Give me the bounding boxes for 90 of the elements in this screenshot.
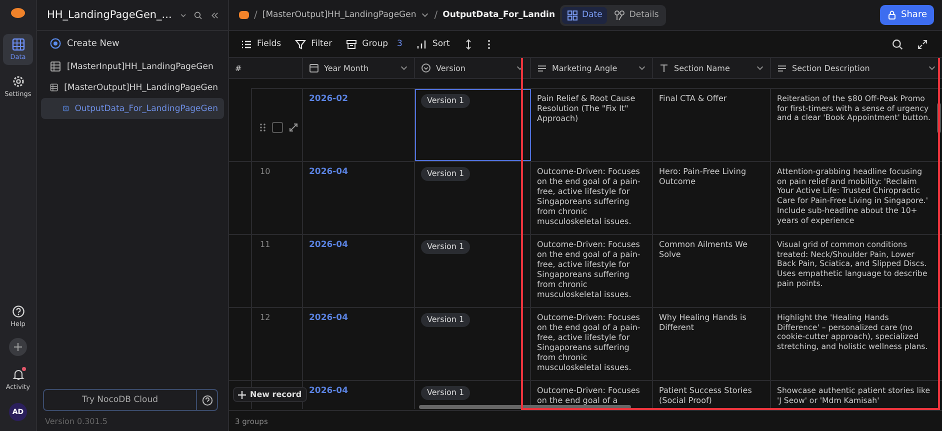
toolbar-button[interactable]: Filter (295, 38, 332, 50)
share-button[interactable]: Share (880, 5, 934, 25)
column-title[interactable]: Year Month (324, 64, 395, 72)
select-field-icon (421, 63, 431, 73)
new-record-button[interactable]: New record (233, 387, 307, 402)
version-tag: Version 1 (421, 240, 470, 254)
version-tag: Version 1 (421, 313, 470, 327)
breadcrumb-separator: / (434, 10, 438, 20)
expand-icon[interactable] (917, 38, 928, 50)
toolbar-button[interactable]: Fields (241, 38, 282, 50)
table-cell[interactable]: Version 1 (415, 162, 531, 234)
chevron-down-icon[interactable] (421, 11, 430, 19)
table-icon (50, 82, 58, 93)
breadcrumb-link[interactable]: [MasterOutput]HH_LandingPageGen (262, 10, 416, 20)
table-cell: Hero: Pain-Free Living Outcome (653, 162, 771, 234)
column-title[interactable]: Section Description (792, 64, 923, 72)
bell-icon (12, 368, 24, 381)
logo-icon[interactable] (239, 11, 249, 19)
table-cell: Common Ailments We Solve (653, 235, 771, 307)
logo-icon[interactable] (11, 8, 25, 18)
sort-icon (416, 38, 428, 50)
breadcrumb-separator: / (254, 10, 258, 20)
table-cell: 2026-02 (303, 89, 415, 161)
column-title[interactable]: # (235, 64, 296, 72)
toolbar-button[interactable]: Group 3 (346, 38, 402, 50)
view-item[interactable]: OutputData_For_LandingPageGen (41, 98, 224, 119)
drag-handle-icon[interactable] (260, 123, 266, 132)
row-checkbox[interactable] (272, 122, 283, 133)
column-title[interactable]: Version (436, 64, 511, 72)
expand-row-icon[interactable] (289, 123, 298, 132)
table-cell: Final CTA & Offer (653, 89, 771, 161)
table-cell[interactable]: Version 1 (415, 235, 531, 307)
version-tag: Version 1 (421, 386, 470, 400)
table-cell[interactable]: Version 1 (415, 89, 531, 161)
chevron-down-icon[interactable] (400, 64, 408, 72)
help-icon (12, 305, 24, 318)
help-icon[interactable] (202, 394, 212, 406)
table-item[interactable]: [MasterOutput]HH_LandingPageGen (41, 77, 224, 98)
table-cell: Patient Success Stories (Social Proof) (653, 381, 771, 409)
more-options-icon[interactable] (486, 38, 491, 50)
row-number: 12 (260, 313, 270, 323)
table-cell: Outcome-Driven: Focuses on the end goal of a pain-free, active lifestyle for Singaporeans suffering from chronic musculoskeletal issues. (531, 308, 653, 380)
details-icon (614, 10, 626, 20)
version-tag: Version 1 (421, 167, 470, 181)
grid-icon (12, 38, 24, 51)
table-cell[interactable]: Version 1 (415, 308, 531, 380)
group-icon (346, 38, 358, 50)
chevron-down-icon[interactable] (928, 64, 936, 72)
chevron-down-icon[interactable] (516, 64, 524, 72)
base-title[interactable]: HH_LandingPageGen_... (47, 9, 172, 21)
grid-view-icon (63, 103, 69, 114)
chevron-down-icon[interactable] (638, 64, 646, 72)
version-tag: Version 1 (421, 94, 470, 108)
fields-icon (241, 38, 252, 50)
calendar-icon (309, 63, 319, 73)
row-number: 10 (260, 167, 270, 177)
column-title[interactable]: Section Name (674, 64, 751, 72)
group-count: 3 (397, 39, 402, 49)
view-tab[interactable]: Date (562, 6, 608, 24)
search-icon[interactable] (892, 38, 903, 50)
grid-icon (567, 10, 578, 20)
search-icon[interactable] (194, 10, 203, 20)
table-cell: 2026-04 (303, 235, 415, 307)
gear-icon (12, 75, 24, 88)
breadcrumb-link[interactable]: OutputData_For_Landin (442, 10, 556, 20)
collapse-icon[interactable] (210, 10, 218, 20)
circle-dot-icon (50, 38, 61, 49)
lock-icon (887, 10, 898, 20)
chevron-down-icon[interactable] (756, 64, 764, 72)
long-text-icon (777, 63, 787, 73)
table-cell: 2026-04 (303, 162, 415, 234)
create-new-button[interactable]: Create New (41, 31, 224, 56)
text-field-icon (659, 63, 669, 73)
table-cell: Outcome-Driven: Focuses on the end goal of a pain-free, active lifestyle for Singaporeans suffering from chronic musculoskeletal issues. (531, 162, 653, 234)
column-title[interactable]: Marketing Angle (552, 64, 633, 72)
table-cell: 2026-04 (303, 308, 415, 380)
long-text-icon (537, 63, 547, 73)
table-item[interactable]: [MasterInput]HH_LandingPageGen (41, 56, 224, 77)
view-tab[interactable]: Details (609, 6, 664, 24)
toolbar-button[interactable]: Sort (416, 38, 450, 50)
table-icon (50, 61, 61, 72)
row-number: 11 (260, 240, 270, 250)
filter-icon (295, 38, 306, 50)
add-icon[interactable] (9, 338, 27, 356)
plus-icon (238, 390, 246, 398)
table-cell: Pain Relief & Root Cause Resolution (The "Fix It" Approach) (531, 89, 653, 161)
table-cell: Why Healing Hands is Different (653, 308, 771, 380)
version-label: Version 0.301.5 (44, 416, 108, 428)
row-height-icon[interactable] (464, 38, 473, 50)
table-cell: Outcome-Driven: Focuses on the end goal of a pain-free, active lifestyle for Singaporeans suffering from chronic musculoskeletal issues. (531, 235, 653, 307)
